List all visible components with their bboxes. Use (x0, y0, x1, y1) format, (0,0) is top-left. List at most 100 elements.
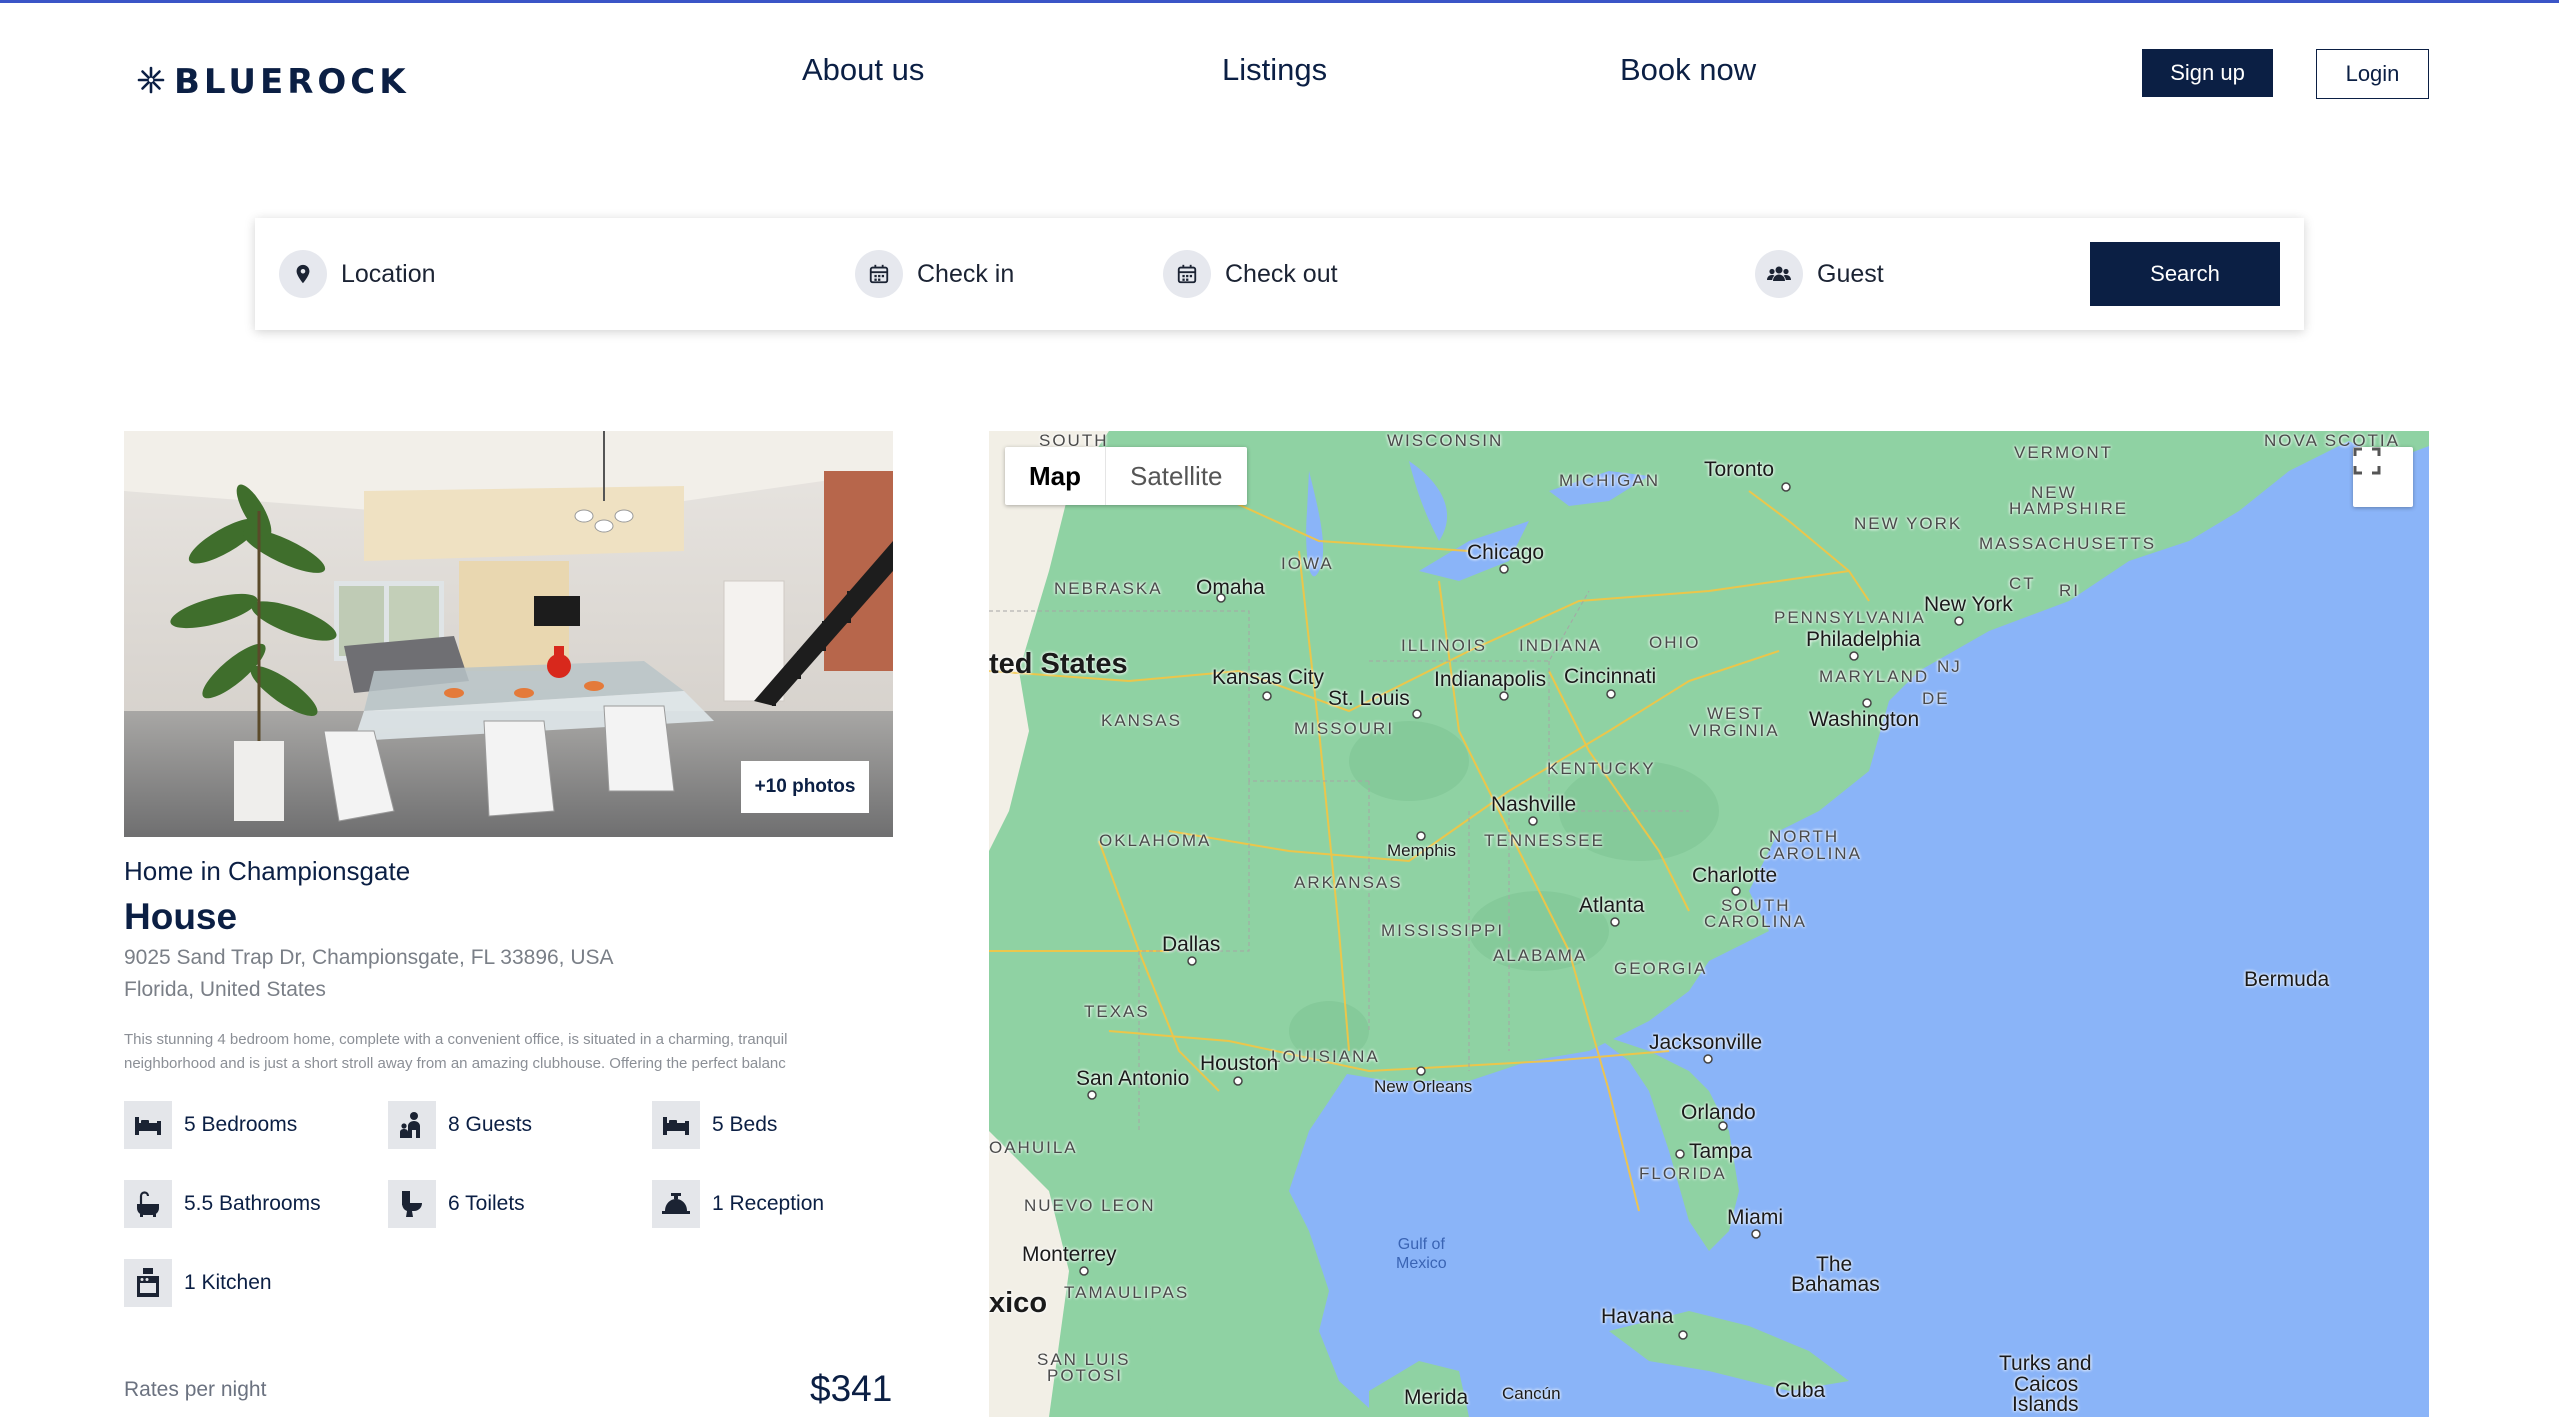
fullscreen-icon (2353, 447, 2381, 475)
map-label: ALABAMA (1493, 946, 1588, 965)
map-label: Islands (2012, 1393, 2079, 1416)
map-label: OAHUILA (989, 1138, 1078, 1157)
logo-text: BLUEROCK (174, 62, 410, 102)
description-line: This stunning 4 bedroom home, complete w… (124, 1031, 788, 1048)
map-label: Washington (1809, 708, 1920, 731)
location-label: Location (341, 259, 436, 288)
map-label: Merida (1404, 1386, 1469, 1409)
map-label: MASSACHUSETTS (1979, 534, 2157, 553)
kitchen-icon (124, 1259, 172, 1307)
map-label: Miami (1727, 1206, 1783, 1229)
map-label: Orlando (1681, 1101, 1756, 1124)
map-label: Jacksonville (1649, 1031, 1763, 1054)
top-accent-line (0, 0, 2559, 3)
checkout-label: Check out (1225, 259, 1338, 288)
map-type-satellite-button[interactable]: Satellite (1106, 447, 1247, 505)
map-label: Bahamas (1791, 1273, 1880, 1296)
logo-burst-icon (136, 65, 166, 100)
login-button[interactable]: Login (2316, 49, 2429, 99)
map-label: Philadelphia (1806, 628, 1921, 651)
more-photos-button[interactable]: +10 photos (741, 761, 869, 813)
map-label: Tampa (1689, 1140, 1753, 1163)
amenity-label: 5 Beds (712, 1113, 778, 1136)
amenity-label: 5 Bedrooms (184, 1113, 298, 1136)
map-label: New York (1924, 593, 2013, 616)
map-country-label: xico (989, 1287, 1048, 1319)
guest-field[interactable]: Guest (1755, 250, 1884, 298)
amenity-toilets: 6 Toilets (388, 1180, 525, 1228)
map-label: Atlanta (1579, 894, 1645, 917)
signup-button[interactable]: Sign up (2142, 49, 2273, 97)
map-label: ARKANSAS (1294, 873, 1403, 892)
map-label: NEBRASKA (1054, 579, 1163, 598)
map-label: VERMONT (2014, 443, 2113, 462)
map-label: ILLINOIS (1401, 636, 1487, 655)
map-label: MARYLAND (1819, 667, 1930, 686)
price: $341 (810, 1368, 893, 1409)
map-label: NJ (1937, 657, 1962, 676)
water-label-line: Gulf of (1397, 1236, 1445, 1253)
map-label: Omaha (1196, 576, 1265, 599)
map-label: Toronto (1704, 458, 1775, 481)
map-view[interactable]: Map Satellite SOUTH WISCONSIN MICHIGAN V… (989, 431, 2429, 1417)
map-label: TAMAULIPAS (1064, 1283, 1190, 1302)
search-bar: Location Check in Check out Guest Search (255, 218, 2304, 330)
nav-about-us[interactable]: About us (802, 52, 924, 88)
map-label: LOUISIANA (1271, 1047, 1380, 1066)
water-label-line: Mexico (1396, 1255, 1447, 1272)
location-field[interactable]: Location (279, 250, 436, 298)
map-label: MICHIGAN (1559, 471, 1660, 490)
map-label: Kansas City (1212, 666, 1325, 689)
location-pin-icon (279, 250, 327, 298)
map-label: VIRGINIA (1689, 721, 1780, 740)
amenity-reception: 1 Reception (652, 1180, 824, 1228)
rates-label: Rates per night (124, 1378, 267, 1401)
amenity-guests: 8 Guests (388, 1101, 532, 1149)
map-label: KENTUCKY (1547, 759, 1656, 778)
map-label: KANSAS (1101, 711, 1182, 730)
calendar-icon (1163, 250, 1211, 298)
checkout-field[interactable]: Check out (1163, 250, 1338, 298)
amenity-label: 1 Kitchen (184, 1271, 272, 1294)
map-label: Dallas (1162, 933, 1221, 956)
amenity-label: 6 Toilets (448, 1192, 525, 1215)
amenity-label: 8 Guests (448, 1113, 533, 1136)
amenity-bathrooms: 5.5 Bathrooms (124, 1180, 321, 1228)
listing-photo[interactable]: +10 photos (124, 431, 893, 837)
description-line: neighborhood and is just a short stroll … (124, 1055, 786, 1072)
amenity-label: 1 Reception (712, 1192, 825, 1215)
listing-region: Florida, United States (124, 978, 326, 1001)
map-label: NEW YORK (1854, 514, 1963, 533)
calendar-icon (855, 250, 903, 298)
map-label: PENNSYLVANIA (1774, 608, 1926, 627)
map-label: HAMPSHIRE (2009, 499, 2129, 518)
map-label: MISSOURI (1294, 719, 1395, 738)
map-label: Havana (1601, 1305, 1674, 1328)
toilet-icon (388, 1180, 436, 1228)
map-label: RI (2059, 581, 2080, 600)
map-label: Memphis (1387, 841, 1456, 860)
logo[interactable]: BLUEROCK (136, 62, 410, 102)
fullscreen-button[interactable] (2353, 447, 2413, 507)
reception-bell-icon (652, 1180, 700, 1228)
map-label: OKLAHOMA (1099, 831, 1212, 850)
checkin-field[interactable]: Check in (855, 250, 1014, 298)
nav-listings[interactable]: Listings (1222, 52, 1327, 88)
listing-subtitle: Home in Championsgate (124, 856, 411, 886)
map-label: INDIANA (1519, 636, 1602, 655)
map-label: Cuba (1775, 1379, 1826, 1402)
map-type-toggle: Map Satellite (1005, 447, 1247, 505)
map-label: CAROLINA (1704, 912, 1807, 931)
map-type-map-button[interactable]: Map (1005, 447, 1106, 505)
map-label: Cincinnati (1564, 665, 1657, 688)
map-label: NOVA SCOTIA (2264, 431, 2400, 450)
map-label: IOWA (1281, 554, 1334, 573)
map-label: New Orleans (1374, 1077, 1473, 1096)
guests-icon (388, 1101, 436, 1149)
search-button[interactable]: Search (2090, 242, 2280, 306)
map-label: Bermuda (2244, 968, 2330, 991)
amenity-beds: 5 Beds (652, 1101, 777, 1149)
map-label: WISCONSIN (1387, 431, 1504, 450)
amenity-label: 5.5 Bathrooms (184, 1192, 321, 1215)
nav-book-now[interactable]: Book now (1620, 52, 1756, 88)
